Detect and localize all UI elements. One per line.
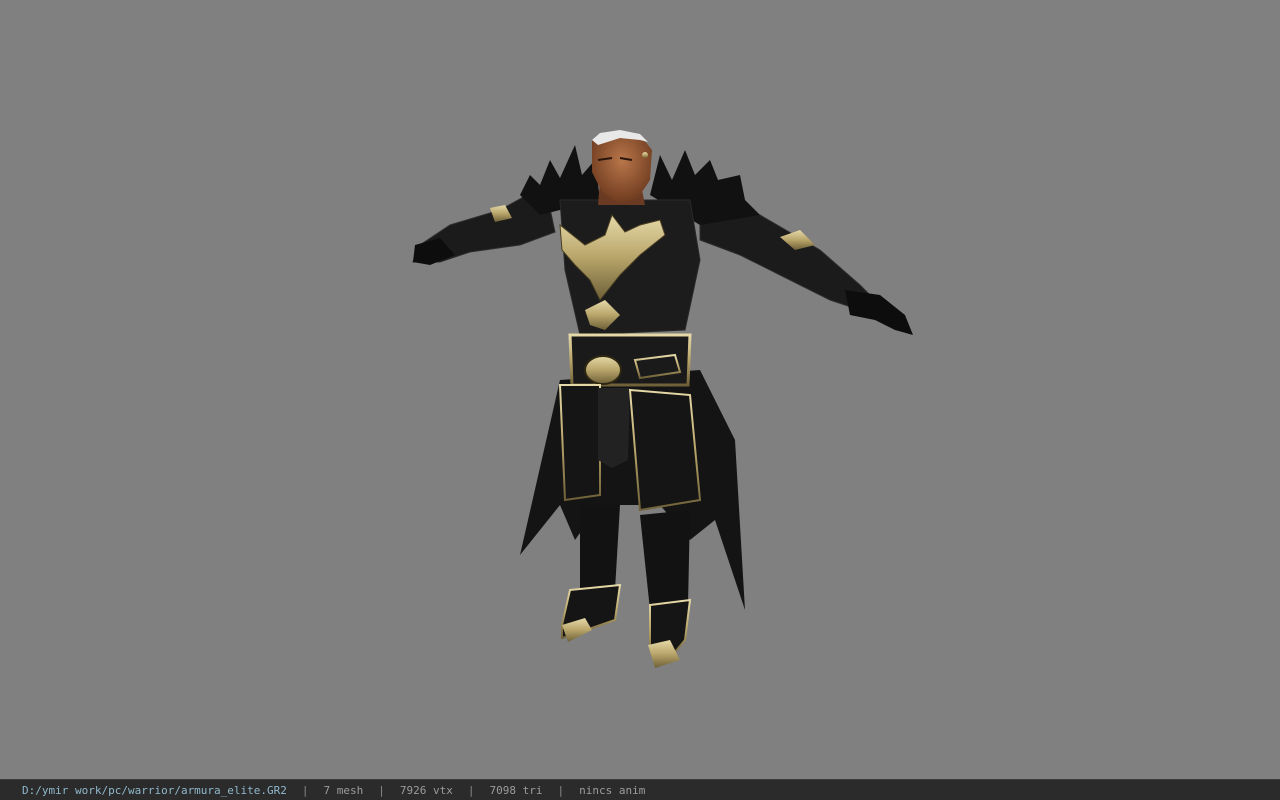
separator: | bbox=[467, 783, 475, 797]
file-path-label: D:/ymir work/pc/warrior/armura_elite.GR2 bbox=[22, 783, 287, 797]
3d-viewport[interactable] bbox=[0, 0, 1280, 779]
status-bar: D:/ymir work/pc/warrior/armura_elite.GR2… bbox=[0, 779, 1280, 800]
vertex-count-label: 7926 vtx bbox=[399, 783, 453, 797]
earring bbox=[642, 152, 648, 158]
right-glove bbox=[845, 290, 913, 335]
left-leg bbox=[580, 505, 620, 595]
triangle-count-label: 7098 tri bbox=[489, 783, 543, 797]
separator: | bbox=[301, 783, 309, 797]
tasset-left bbox=[558, 384, 601, 502]
tasset-right bbox=[628, 388, 702, 512]
belt-buckle bbox=[584, 355, 622, 385]
tasset-center bbox=[598, 388, 630, 468]
separator: | bbox=[557, 783, 565, 797]
right-leg bbox=[640, 510, 690, 610]
mesh-count-label: 7 mesh bbox=[323, 783, 364, 797]
character-model[interactable] bbox=[0, 0, 1280, 779]
animation-info-label: nincs anim bbox=[579, 783, 646, 797]
separator: | bbox=[378, 783, 385, 797]
